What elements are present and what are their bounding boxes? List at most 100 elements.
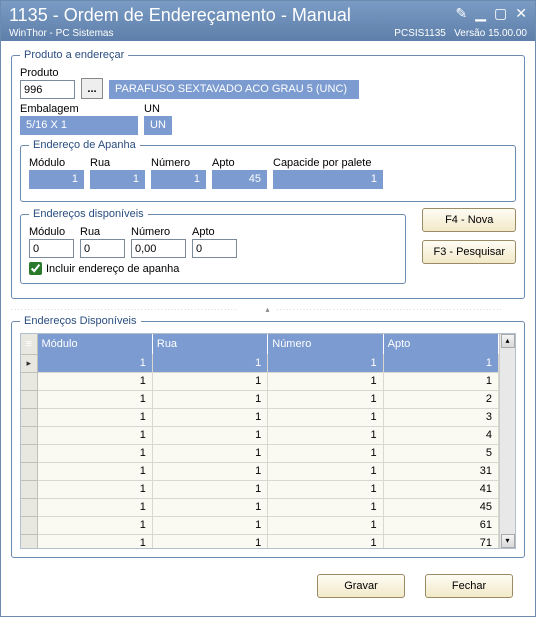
group-apanha: Endereço de Apanha Módulo 1 Rua 1 Número… xyxy=(20,139,516,202)
cell-modulo[interactable]: 1 xyxy=(37,354,152,372)
cell-modulo[interactable]: 1 xyxy=(37,480,152,498)
label-filtro-modulo: Módulo xyxy=(29,226,74,238)
cell-numero[interactable]: 1 xyxy=(268,516,383,534)
filtro-apto-input[interactable] xyxy=(192,239,237,258)
row-indicator xyxy=(21,426,37,444)
cell-apto[interactable]: 71 xyxy=(383,534,498,548)
table-row[interactable]: 1114 xyxy=(21,426,499,444)
cell-apto[interactable]: 31 xyxy=(383,462,498,480)
label-filtro-numero: Número xyxy=(131,226,186,238)
version-label: Versão 15.00.00 xyxy=(454,28,527,39)
cell-numero[interactable]: 1 xyxy=(268,426,383,444)
cell-numero[interactable]: 1 xyxy=(268,534,383,548)
label-apanha-apto: Apto xyxy=(212,157,267,169)
row-indicator xyxy=(21,534,37,548)
cell-apto[interactable]: 2 xyxy=(383,390,498,408)
cell-rua[interactable]: 1 xyxy=(152,408,267,426)
cell-apto[interactable]: 4 xyxy=(383,426,498,444)
cell-rua[interactable]: 1 xyxy=(152,444,267,462)
col-numero[interactable]: Número xyxy=(268,334,383,354)
table-row[interactable]: 11141 xyxy=(21,480,499,498)
table-row[interactable]: ▸1111 xyxy=(21,354,499,372)
cell-modulo[interactable]: 1 xyxy=(37,534,152,548)
cell-modulo[interactable]: 1 xyxy=(37,426,152,444)
cell-numero[interactable]: 1 xyxy=(268,444,383,462)
cell-numero[interactable]: 1 xyxy=(268,462,383,480)
col-apto[interactable]: Apto xyxy=(383,334,498,354)
apanha-numero: 1 xyxy=(151,170,206,189)
minimize-icon[interactable]: ▁ xyxy=(475,5,486,22)
cell-apto[interactable]: 61 xyxy=(383,516,498,534)
table-row[interactable]: 11171 xyxy=(21,534,499,548)
table-row[interactable]: 1115 xyxy=(21,444,499,462)
maximize-icon[interactable]: ▢ xyxy=(494,5,507,22)
cell-modulo[interactable]: 1 xyxy=(37,498,152,516)
cell-modulo[interactable]: 1 xyxy=(37,372,152,390)
col-rua[interactable]: Rua xyxy=(152,334,267,354)
cell-apto[interactable]: 45 xyxy=(383,498,498,516)
cell-rua[interactable]: 1 xyxy=(152,390,267,408)
grid[interactable]: ≡ Módulo Rua Número Apto ▸11111111111211… xyxy=(20,333,516,549)
scroll-down-icon[interactable]: ▾ xyxy=(501,534,515,548)
apanha-apto: 45 xyxy=(212,170,267,189)
cell-numero[interactable]: 1 xyxy=(268,390,383,408)
cell-numero[interactable]: 1 xyxy=(268,408,383,426)
cell-rua[interactable]: 1 xyxy=(152,426,267,444)
col-modulo[interactable]: Módulo xyxy=(37,334,152,354)
filtro-modulo-input[interactable] xyxy=(29,239,74,258)
edit-icon[interactable]: ✎ xyxy=(456,5,468,22)
f3-pesquisar-button[interactable]: F3 - Pesquisar xyxy=(422,240,516,264)
table-row[interactable]: 11145 xyxy=(21,498,499,516)
cell-modulo[interactable]: 1 xyxy=(37,516,152,534)
cell-modulo[interactable]: 1 xyxy=(37,444,152,462)
table-row[interactable]: 11161 xyxy=(21,516,499,534)
cell-rua[interactable]: 1 xyxy=(152,480,267,498)
produto-descricao: PARAFUSO SEXTAVADO ACO GRAU 5 (UNC) xyxy=(109,80,359,99)
lookup-produto-button[interactable]: ... xyxy=(81,78,103,99)
cell-rua[interactable]: 1 xyxy=(152,354,267,372)
cell-modulo[interactable]: 1 xyxy=(37,408,152,426)
row-indicator xyxy=(21,516,37,534)
cell-apto[interactable]: 41 xyxy=(383,480,498,498)
row-indicator xyxy=(21,408,37,426)
label-apanha-numero: Número xyxy=(151,157,206,169)
cell-rua[interactable]: 1 xyxy=(152,462,267,480)
cell-rua[interactable]: 1 xyxy=(152,498,267,516)
cell-modulo[interactable]: 1 xyxy=(37,390,152,408)
embalagem-value: 5/16 X 1 xyxy=(20,116,138,135)
cell-apto[interactable]: 1 xyxy=(383,372,498,390)
cell-apto[interactable]: 3 xyxy=(383,408,498,426)
f4-nova-button[interactable]: F4 - Nova xyxy=(422,208,516,232)
gravar-button[interactable]: Gravar xyxy=(317,574,405,598)
group-grid-legend: Endereços Disponíveis xyxy=(20,315,141,327)
scroll-up-icon[interactable]: ▴ xyxy=(501,334,515,348)
cell-numero[interactable]: 1 xyxy=(268,372,383,390)
label-embalagem: Embalagem xyxy=(20,103,138,115)
group-produto: Produto a endereçar Produto ... PARAFUSO… xyxy=(11,49,525,299)
close-icon[interactable]: ✕ xyxy=(515,5,527,22)
cell-modulo[interactable]: 1 xyxy=(37,462,152,480)
label-un: UN xyxy=(144,103,172,115)
cell-numero[interactable]: 1 xyxy=(268,354,383,372)
table-row[interactable]: 1111 xyxy=(21,372,499,390)
cell-apto[interactable]: 1 xyxy=(383,354,498,372)
cell-rua[interactable]: 1 xyxy=(152,534,267,548)
filtro-numero-input[interactable] xyxy=(131,239,186,258)
cell-numero[interactable]: 1 xyxy=(268,498,383,516)
table-row[interactable]: 1113 xyxy=(21,408,499,426)
cell-rua[interactable]: 1 xyxy=(152,372,267,390)
chevron-up-icon[interactable]: ▴ xyxy=(260,305,277,314)
produto-codigo-input[interactable] xyxy=(20,80,75,99)
incluir-checkbox[interactable] xyxy=(29,262,42,275)
vertical-scrollbar[interactable]: ▴ ▾ xyxy=(499,334,515,548)
cell-rua[interactable]: 1 xyxy=(152,516,267,534)
fechar-button[interactable]: Fechar xyxy=(425,574,513,598)
title-bar: 1135 - Ordem de Endereçamento - Manual ✎… xyxy=(1,1,535,41)
filtro-rua-input[interactable] xyxy=(80,239,125,258)
cell-apto[interactable]: 5 xyxy=(383,444,498,462)
table-row[interactable]: 1112 xyxy=(21,390,499,408)
cell-numero[interactable]: 1 xyxy=(268,480,383,498)
splitter[interactable]: . . . . . . . . . . . . . . . . . . . . … xyxy=(11,305,525,313)
incluir-label: Incluir endereço de apanha xyxy=(46,263,179,275)
table-row[interactable]: 11131 xyxy=(21,462,499,480)
